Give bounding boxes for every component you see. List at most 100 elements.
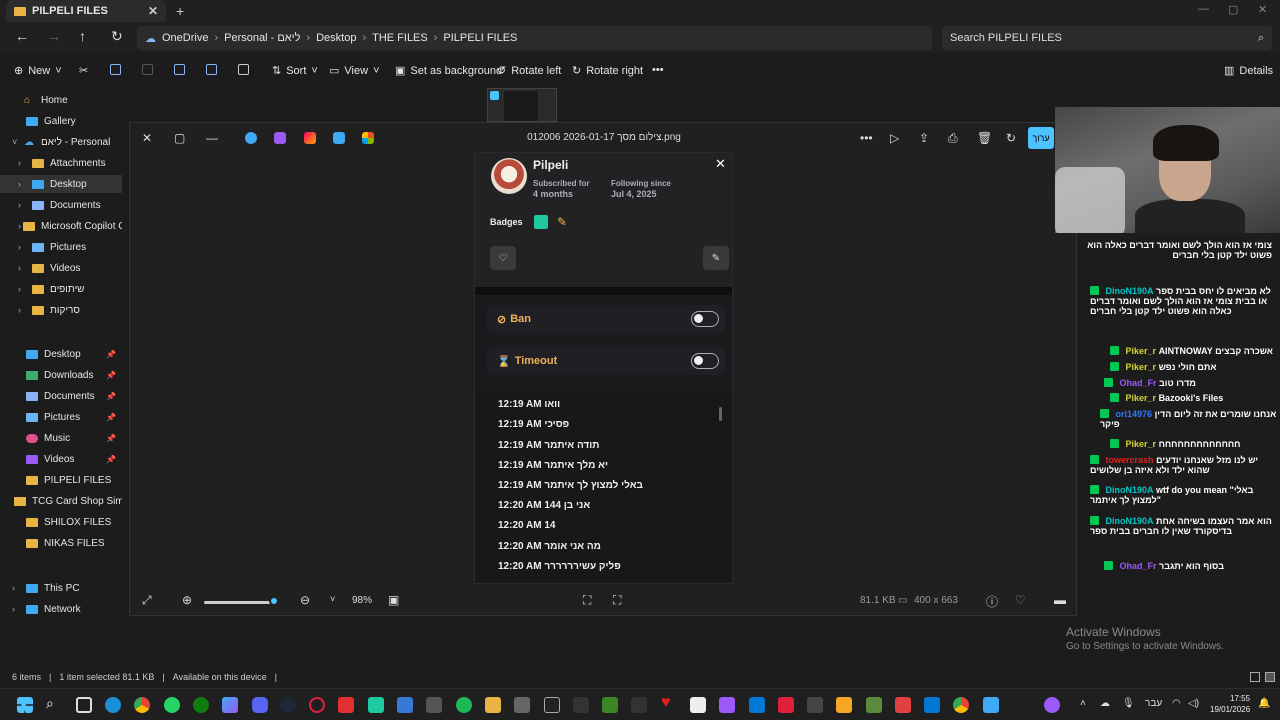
file-explorer-icon[interactable] bbox=[485, 697, 501, 713]
steam-icon[interactable] bbox=[280, 697, 296, 713]
slideshow-icon[interactable]: ▷ bbox=[890, 131, 899, 145]
minimize-button[interactable]: — bbox=[1198, 3, 1209, 15]
nav-copilot[interactable]: › Microsoft Copilot Ch bbox=[0, 217, 122, 235]
chrome-icon[interactable] bbox=[953, 697, 969, 713]
chevron-right-icon[interactable]: › bbox=[18, 284, 30, 294]
quick-tcg[interactable]: TCG Card Shop Simula bbox=[0, 492, 122, 510]
breadcrumb-pilpeli-files[interactable]: PILPELI FILES bbox=[443, 32, 517, 44]
quick-pilpeli-files[interactable]: PILPELI FILES bbox=[0, 471, 122, 489]
app-icon[interactable] bbox=[426, 697, 442, 713]
app-icon[interactable] bbox=[778, 697, 794, 713]
breadcrumb-the-files[interactable]: THE FILES bbox=[372, 32, 428, 44]
search-icon[interactable]: ⌕ bbox=[46, 695, 62, 711]
chevron-right-icon[interactable]: › bbox=[18, 305, 30, 315]
nav-scans[interactable]: › סריקות bbox=[0, 301, 122, 319]
cut-button[interactable]: ✂ bbox=[79, 64, 88, 77]
minecraft-icon[interactable] bbox=[602, 697, 618, 713]
chevron-right-icon[interactable]: › bbox=[18, 263, 30, 273]
xbox-icon[interactable] bbox=[193, 697, 209, 713]
zoom-in-icon[interactable]: ⊕ bbox=[182, 593, 192, 607]
quick-downloads[interactable]: Downloads 📌 bbox=[0, 366, 122, 384]
fullscreen-icon[interactable]: ⤢ bbox=[142, 593, 152, 608]
filmstrip-icon[interactable]: ▬ bbox=[1054, 593, 1066, 607]
refresh-button[interactable]: ↻ bbox=[111, 28, 123, 45]
quick-nikas[interactable]: NIKAS FILES bbox=[0, 534, 122, 552]
chevron-right-icon[interactable]: › bbox=[18, 179, 30, 189]
nav-this-pc[interactable]: › This PC bbox=[0, 579, 122, 597]
quick-desktop[interactable]: Desktop 📌 bbox=[0, 345, 122, 363]
forward-button[interactable]: → bbox=[47, 28, 61, 44]
rotate-right-button[interactable]: ↻ Rotate right bbox=[572, 64, 643, 78]
cloud-icon[interactable]: ☁ bbox=[1100, 698, 1110, 709]
photos-icon[interactable] bbox=[983, 697, 999, 713]
app-icon[interactable] bbox=[866, 697, 882, 713]
chevron-right-icon[interactable]: › bbox=[18, 242, 30, 252]
nav-shared[interactable]: › שיתופים bbox=[0, 280, 122, 298]
github-icon[interactable] bbox=[544, 697, 560, 713]
notification-icon[interactable]: 🔔 bbox=[1258, 698, 1270, 709]
crop-icon[interactable]: ⛶ bbox=[613, 593, 621, 608]
details-button[interactable]: ▥ Details bbox=[1224, 64, 1273, 78]
rotate-left-button[interactable]: ↺ Rotate left bbox=[497, 64, 561, 78]
nav-videos[interactable]: › Videos bbox=[0, 259, 122, 277]
tray-app-icon[interactable] bbox=[1044, 697, 1060, 713]
breadcrumb-desktop[interactable]: Desktop bbox=[316, 32, 356, 44]
start-icon[interactable] bbox=[17, 697, 33, 713]
heart-icon[interactable]: ♡ bbox=[1015, 593, 1026, 607]
quick-shilox[interactable]: SHILOX FILES bbox=[0, 513, 122, 531]
more-icon[interactable]: ••• bbox=[860, 131, 873, 145]
nav-home[interactable]: ⌂ Home bbox=[0, 91, 122, 109]
volume-icon[interactable]: ◁) bbox=[1188, 698, 1199, 709]
details-view-toggle[interactable] bbox=[1250, 672, 1260, 682]
discord-icon[interactable] bbox=[252, 697, 268, 713]
quick-music[interactable]: Music 📌 bbox=[0, 429, 122, 447]
store-icon[interactable] bbox=[397, 697, 413, 713]
new-button[interactable]: ⊕ New ˅ bbox=[14, 64, 62, 78]
rename-button[interactable] bbox=[174, 64, 185, 75]
microphone-icon[interactable]: 🎙 bbox=[1122, 698, 1135, 709]
copy-button[interactable] bbox=[110, 64, 121, 75]
info-icon[interactable]: ⓘ bbox=[986, 593, 998, 610]
nav-pictures[interactable]: › Pictures bbox=[0, 238, 122, 256]
screenshot-icon[interactable]: ▣ bbox=[388, 593, 399, 607]
wifi-icon[interactable]: ◠ bbox=[1172, 698, 1181, 709]
zoom-out-icon[interactable]: ⊖ bbox=[300, 593, 310, 607]
set-background-button[interactable]: ▣ Set as background bbox=[395, 64, 502, 78]
nav-attachments[interactable]: › Attachments bbox=[0, 154, 122, 172]
chevron-right-icon[interactable]: › bbox=[12, 583, 24, 593]
zoom-slider-thumb[interactable] bbox=[269, 596, 279, 606]
trash-icon[interactable]: 🗑 bbox=[977, 131, 992, 145]
zoom-level[interactable]: 98% bbox=[352, 595, 372, 606]
chevron-right-icon[interactable]: › bbox=[18, 158, 30, 168]
copilot-icon[interactable] bbox=[222, 697, 238, 713]
quick-documents[interactable]: Documents 📌 bbox=[0, 387, 122, 405]
task-view-icon[interactable] bbox=[76, 697, 92, 713]
edit-button[interactable]: ערוך bbox=[1028, 127, 1054, 149]
youtube-icon[interactable] bbox=[338, 697, 354, 713]
notepad-icon[interactable] bbox=[690, 697, 706, 713]
nav-desktop[interactable]: › Desktop bbox=[0, 175, 122, 193]
share-icon[interactable]: ⇪ bbox=[919, 131, 929, 145]
view-button[interactable]: ▭ View ˅ bbox=[329, 64, 380, 78]
address-bar[interactable]: ☁ OneDrive › Personal - ליאם › Desktop ›… bbox=[137, 26, 932, 50]
close-tab-icon[interactable]: ✕ bbox=[148, 4, 158, 18]
sort-button[interactable]: ⇅ Sort ˅ bbox=[272, 64, 318, 78]
app-icon[interactable] bbox=[807, 697, 823, 713]
tab-pilpeli-files[interactable]: PILPELI FILES ✕ bbox=[6, 0, 166, 22]
share-button[interactable] bbox=[206, 64, 217, 75]
more-options-button[interactable]: ••• bbox=[652, 64, 664, 76]
app-icon[interactable] bbox=[924, 697, 940, 713]
tiles-view-toggle[interactable] bbox=[1265, 672, 1275, 682]
nav-personal[interactable]: ˅ ☁ ליאם - Personal bbox=[0, 133, 122, 151]
chevron-right-icon[interactable]: › bbox=[18, 200, 30, 210]
app-icon[interactable] bbox=[895, 697, 911, 713]
delete-button[interactable] bbox=[238, 64, 249, 75]
chevron-down-icon[interactable]: ˅ bbox=[12, 137, 24, 147]
search-input[interactable]: Search PILPELI FILES ⌕ bbox=[942, 26, 1272, 50]
heart-app-icon[interactable]: ♥ bbox=[661, 694, 677, 711]
chevron-right-icon[interactable]: › bbox=[12, 604, 24, 614]
zoom-dropdown-icon[interactable]: ˅ bbox=[330, 594, 335, 604]
nav-documents[interactable]: › Documents bbox=[0, 196, 122, 214]
rotate-icon[interactable]: ↻ bbox=[1006, 131, 1016, 145]
chrome-icon[interactable] bbox=[134, 697, 150, 713]
